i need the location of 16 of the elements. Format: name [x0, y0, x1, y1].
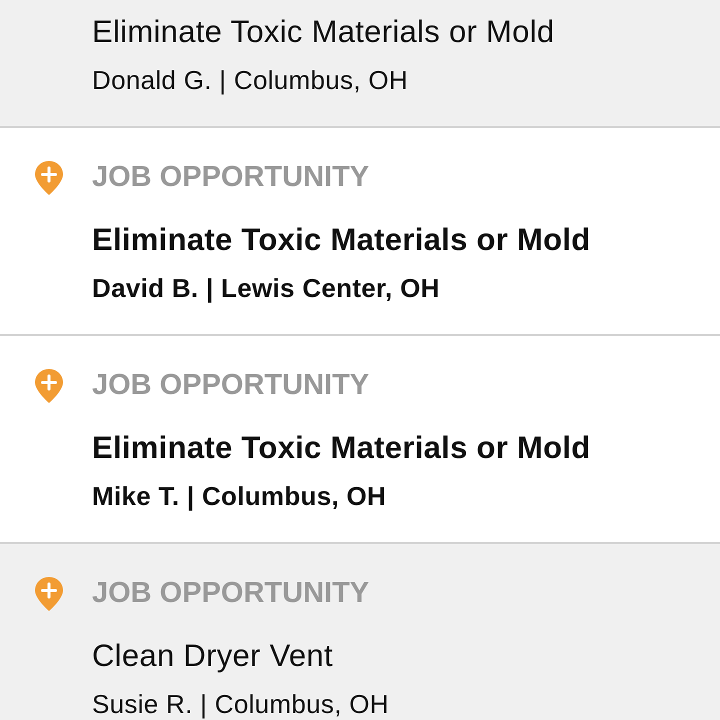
map-pin-plus-icon	[34, 576, 64, 612]
job-list-item[interactable]: Eliminate Toxic Materials or Mold Donald G. | Columbus, OH	[0, 0, 720, 128]
job-title: Eliminate Toxic Materials or Mold	[92, 13, 556, 51]
customer-location: David B. | Lewis Center, OH	[92, 272, 441, 305]
category-label: JOB OPPORTUNITY	[92, 162, 370, 192]
map-pin-plus-icon	[34, 160, 64, 196]
job-list-item[interactable]: JOB OPPORTUNITY Clean Dryer Vent Susie R. | Columbus, OH	[0, 544, 720, 720]
customer-location: Susie R. | Columbus, OH	[92, 688, 390, 720]
job-title: Clean Dryer Vent	[92, 637, 334, 675]
job-title: Eliminate Toxic Materials or Mold	[92, 429, 592, 467]
category-label: JOB OPPORTUNITY	[92, 370, 370, 400]
category-label: JOB OPPORTUNITY	[92, 578, 370, 608]
job-title: Eliminate Toxic Materials or Mold	[92, 221, 592, 259]
map-pin-plus-icon	[34, 368, 64, 404]
customer-location: Donald G. | Columbus, OH	[92, 64, 409, 97]
customer-location: Mike T. | Columbus, OH	[92, 480, 388, 513]
